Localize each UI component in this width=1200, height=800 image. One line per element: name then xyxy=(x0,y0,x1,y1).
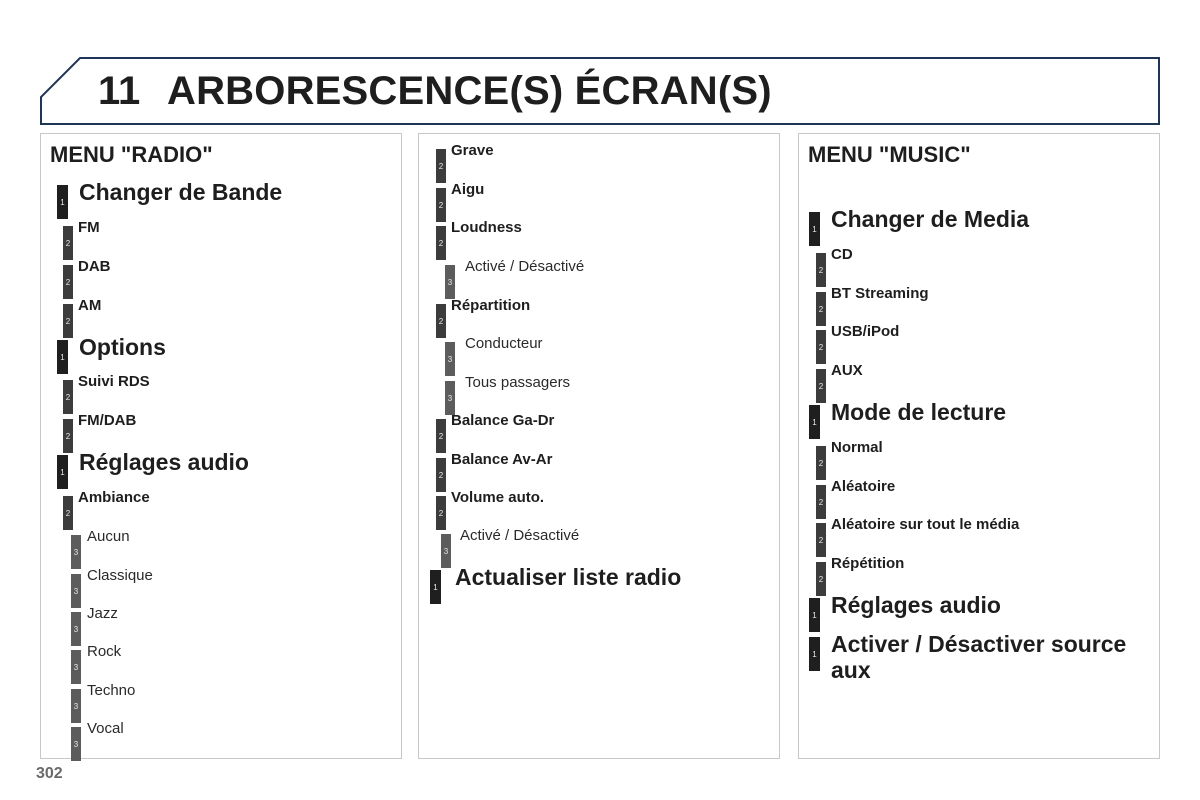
chapter-number: 11 xyxy=(98,69,141,113)
level-badge: 2 xyxy=(436,304,446,338)
level-badge: 2 xyxy=(63,265,73,299)
menu-item-label: Balance Av-Ar xyxy=(451,451,553,468)
level-badge: 2 xyxy=(816,523,826,557)
menu-item-label: Aigu xyxy=(451,181,485,198)
menu-item-label: Rock xyxy=(87,643,122,660)
menu-item-label: Vocal xyxy=(87,720,124,737)
level-badge: 3 xyxy=(71,689,81,723)
menu-item-label: Réglages audio xyxy=(79,449,249,475)
level-badge: 3 xyxy=(71,612,81,646)
menu-item-label: Grave xyxy=(451,142,494,159)
level-badge: 1 xyxy=(430,570,441,604)
level-badge: 2 xyxy=(436,458,446,492)
level-badge: 2 xyxy=(63,304,73,338)
menu-item-label: Aléatoire sur tout le média xyxy=(831,516,1020,533)
level-badge: 2 xyxy=(63,419,73,453)
menu-item-label: Activer / Désactiver source aux xyxy=(831,631,1127,683)
level-badge: 3 xyxy=(441,534,451,568)
menu-item-label: Jazz xyxy=(87,605,118,622)
menu-item-label: AM xyxy=(78,297,102,314)
level-badge: 1 xyxy=(57,340,68,374)
radio-menu-panel: MENU "RADIO" 1 Changer de Bande 2 FM 2 DAB … xyxy=(40,133,402,761)
menu-item-label: Suivi RDS xyxy=(78,373,150,390)
menu-item-label: Réglages audio xyxy=(831,592,1001,618)
level-badge: 2 xyxy=(63,496,73,530)
level-badge: 2 xyxy=(816,253,826,287)
menu-item-label: Activé / Désactivé xyxy=(465,258,585,275)
level-badge: 2 xyxy=(816,292,826,326)
menu-item-label: FM xyxy=(78,219,100,236)
level-badge: 1 xyxy=(809,212,820,246)
level-badge: 1 xyxy=(809,598,820,632)
level-badge: 2 xyxy=(436,188,446,222)
menu-item-label: Loudness xyxy=(451,219,522,236)
level-badge: 1 xyxy=(809,405,820,439)
menu-item-label: Ambiance xyxy=(78,489,150,506)
level-badge: 3 xyxy=(445,342,455,376)
radio-menu-continued-panel: 2 Grave 2 Aigu 2 Loudness 3 Activé / Désacti… xyxy=(418,133,780,759)
menu-item-label: Options xyxy=(79,334,166,360)
menu-item-label: Aléatoire xyxy=(831,478,896,495)
menu-item-label: Balance Ga-Dr xyxy=(451,412,555,429)
menu-item-label: BT Streaming xyxy=(831,285,929,302)
level-badge: 1 xyxy=(57,185,68,219)
menu-item-label: Changer de Media xyxy=(831,206,1030,232)
level-badge: 2 xyxy=(63,226,73,260)
menu-item-label: Changer de Bande xyxy=(79,179,283,205)
level-badge: 3 xyxy=(71,727,81,761)
menu-item-label: Tous passagers xyxy=(465,374,571,391)
menu-item-label: Aucun xyxy=(87,528,130,545)
level-badge: 1 xyxy=(809,637,820,671)
level-badge: 1 xyxy=(57,455,68,489)
menu-item-label: Techno xyxy=(87,682,136,699)
level-badge: 2 xyxy=(816,485,826,519)
level-badge: 2 xyxy=(816,330,826,364)
level-badge: 3 xyxy=(71,574,81,608)
level-badge: 2 xyxy=(816,562,826,596)
chapter-header: 11 ARBORESCENCE(S) ÉCRAN(S) xyxy=(40,57,1160,125)
radio-menu-title: MENU "RADIO" xyxy=(50,142,213,167)
level-badge: 3 xyxy=(445,265,455,299)
chapter-title: ARBORESCENCE(S) ÉCRAN(S) xyxy=(167,69,772,113)
menu-item-label: Normal xyxy=(831,439,883,456)
menu-item-label: CD xyxy=(831,246,853,263)
menu-item-label: AUX xyxy=(831,362,863,379)
menu-item-label: Activé / Désactivé xyxy=(460,527,580,544)
level-badge: 2 xyxy=(436,226,446,260)
page-number: 302 xyxy=(36,765,63,782)
level-badge: 2 xyxy=(816,446,826,480)
level-badge: 2 xyxy=(63,380,73,414)
level-badge: 3 xyxy=(71,535,81,569)
music-menu-title: MENU "MUSIC" xyxy=(808,142,971,167)
level-badge: 2 xyxy=(816,369,826,403)
level-badge: 2 xyxy=(436,149,446,183)
menu-item-label: Répartition xyxy=(451,297,531,314)
level-badge: 2 xyxy=(436,496,446,530)
menu-item-label: DAB xyxy=(78,258,111,275)
level-badge: 3 xyxy=(445,381,455,415)
menu-item-label: Classique xyxy=(87,567,153,584)
menu-item-label: Conducteur xyxy=(465,335,543,352)
menu-item-label: FM/DAB xyxy=(78,412,137,429)
music-menu-panel: MENU "MUSIC" 1 Changer de Media 2 CD 2 BT S… xyxy=(798,133,1160,759)
menu-item-label: Volume auto. xyxy=(451,489,545,506)
menu-item-label: USB/iPod xyxy=(831,323,900,340)
menu-item-label: Répétition xyxy=(831,555,905,572)
level-badge: 2 xyxy=(436,419,446,453)
menu-item-label: Mode de lecture xyxy=(831,399,1007,425)
menu-item-label: Actualiser liste radio xyxy=(455,564,682,590)
level-badge: 3 xyxy=(71,650,81,684)
